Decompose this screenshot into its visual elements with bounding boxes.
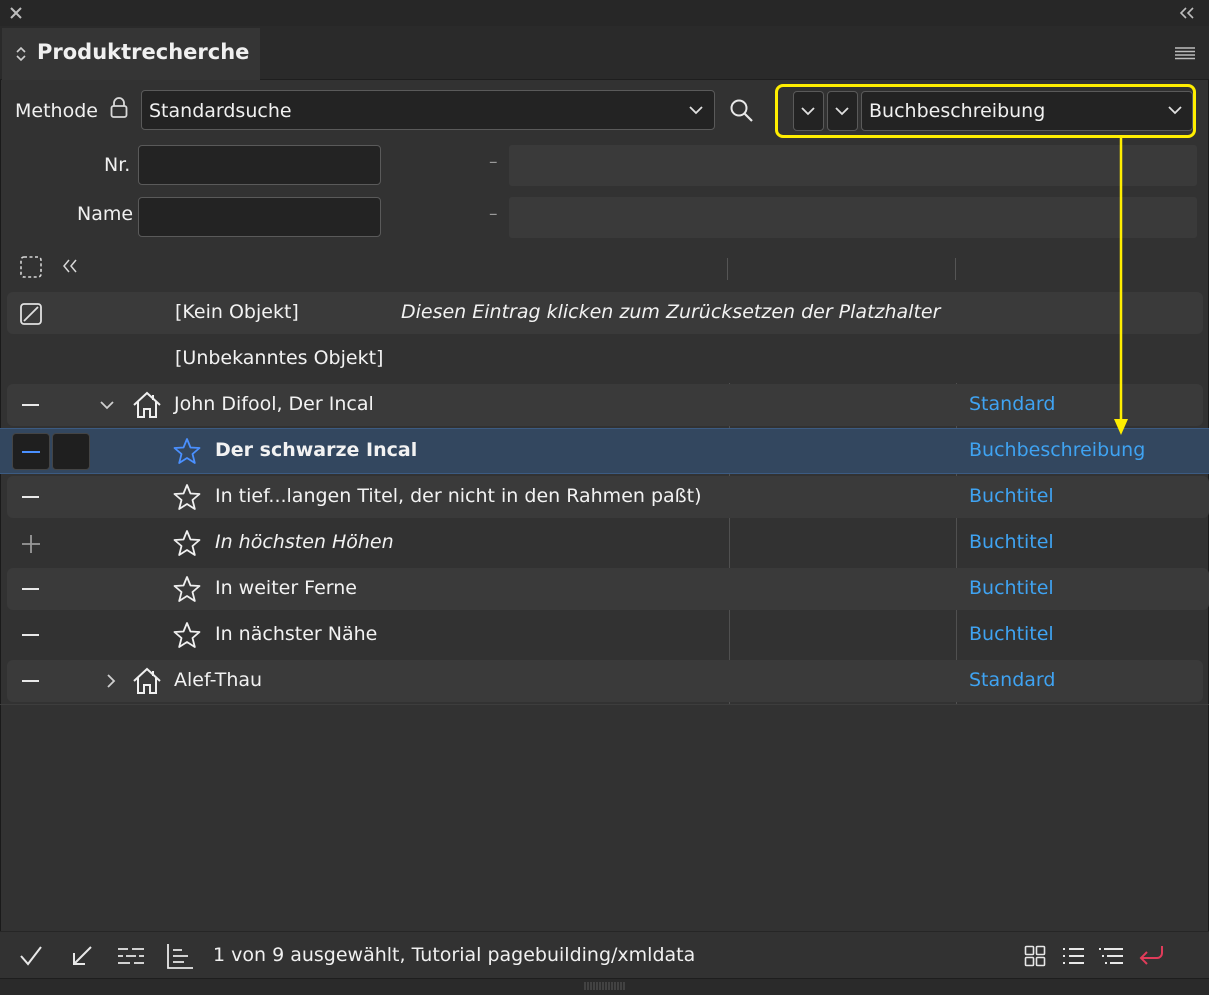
chevron-down-icon[interactable] <box>688 104 704 116</box>
panel-title: Produktrecherche <box>37 40 250 64</box>
chevron-down-icon[interactable] <box>99 399 115 411</box>
name-input[interactable] <box>138 197 381 237</box>
tree-row-type[interactable]: Buchtitel <box>969 623 1054 645</box>
tree-row-type[interactable]: Buchtitel <box>969 577 1054 599</box>
minus-icon <box>22 451 40 453</box>
plus-icon[interactable] <box>21 534 41 554</box>
house-icon <box>132 667 162 695</box>
return-icon[interactable] <box>1137 944 1165 968</box>
tree-row-type[interactable]: Buchbeschreibung <box>969 439 1145 461</box>
tree-row-title: Der schwarze Incal <box>215 439 418 461</box>
checkmark-icon[interactable] <box>19 945 43 967</box>
status-text: 1 von 9 ausgewählt, Tutorial pagebuildin… <box>213 944 696 966</box>
nr-input[interactable] <box>138 145 381 185</box>
minus-icon[interactable] <box>22 496 39 498</box>
list-end-divider <box>0 704 1209 705</box>
empty-toggle-button[interactable] <box>52 433 90 470</box>
reset-hint: Diesen Eintrag klicken zum Zurücksetzen … <box>401 301 941 323</box>
search-icon[interactable] <box>729 98 755 124</box>
template-select-value: Buchbeschreibung <box>869 100 1046 122</box>
minus-icon[interactable] <box>22 680 39 682</box>
tree-row-title: John Difool, Der Incal <box>174 393 374 415</box>
list-item-label: [Kein Objekt] <box>175 301 299 323</box>
collapse-icon[interactable] <box>1179 7 1195 19</box>
grid-view-icon[interactable] <box>1024 945 1046 967</box>
annotation-arrow <box>1110 138 1132 438</box>
tree-row-title: In weiter Ferne <box>215 577 357 599</box>
house-icon <box>132 391 162 419</box>
name-label: Name <box>77 203 134 225</box>
tree-row-type[interactable]: Standard <box>969 669 1055 691</box>
tree-row-type[interactable]: Buchtitel <box>969 531 1054 553</box>
place-arrow-icon[interactable] <box>71 945 93 967</box>
column-divider[interactable] <box>727 258 728 280</box>
resize-grip-icon[interactable] <box>584 982 626 990</box>
list-view-icon[interactable] <box>1061 946 1085 966</box>
star-icon <box>172 483 202 511</box>
chevron-right-icon[interactable] <box>105 673 117 689</box>
chevron-down-icon <box>834 106 850 116</box>
no-object-icon <box>19 302 43 326</box>
nr-range-separator: – <box>489 152 498 172</box>
select-all-icon[interactable] <box>19 255 43 279</box>
tree-row-title: In tief...langen Titel, der nicht in den… <box>215 485 702 507</box>
panel-menu-icon[interactable] <box>1175 46 1195 60</box>
list-item-unbekanntes-objekt[interactable]: [Unbekanntes Objekt] <box>175 347 383 369</box>
tree-row-title: Alef-Thau <box>174 669 263 691</box>
star-icon <box>172 575 202 603</box>
chevron-down-icon <box>1167 104 1183 116</box>
updown-arrows-icon <box>15 45 27 63</box>
chevron-down-icon <box>800 106 816 116</box>
nr-label: Nr. <box>104 154 131 176</box>
tree-row-type[interactable]: Standard <box>969 393 1055 415</box>
lock-icon[interactable] <box>109 96 129 120</box>
tree-row-title: In höchsten Höhen <box>215 531 394 553</box>
close-icon[interactable] <box>9 6 23 20</box>
minus-icon[interactable] <box>22 634 39 636</box>
align-left-icon[interactable] <box>166 943 194 969</box>
tree-view-icon[interactable] <box>1098 946 1124 966</box>
column-divider[interactable] <box>955 258 956 280</box>
tree-row-title: In nächster Nähe <box>215 623 378 645</box>
minus-icon[interactable] <box>22 404 39 406</box>
collapse-all-icon[interactable] <box>62 259 78 273</box>
method-label: Methode <box>15 100 98 122</box>
name-range-separator: – <box>489 204 498 224</box>
nr-to-input[interactable] <box>509 145 1197 186</box>
panel-title-strip <box>0 0 1209 26</box>
columns-icon[interactable] <box>117 946 145 966</box>
method-select-value: Standardsuche <box>149 100 292 122</box>
star-icon <box>172 529 202 557</box>
star-icon <box>172 437 202 465</box>
star-icon <box>172 621 202 649</box>
name-to-input[interactable] <box>509 197 1197 238</box>
tree-row-type[interactable]: Buchtitel <box>969 485 1054 507</box>
minus-icon[interactable] <box>22 588 39 590</box>
